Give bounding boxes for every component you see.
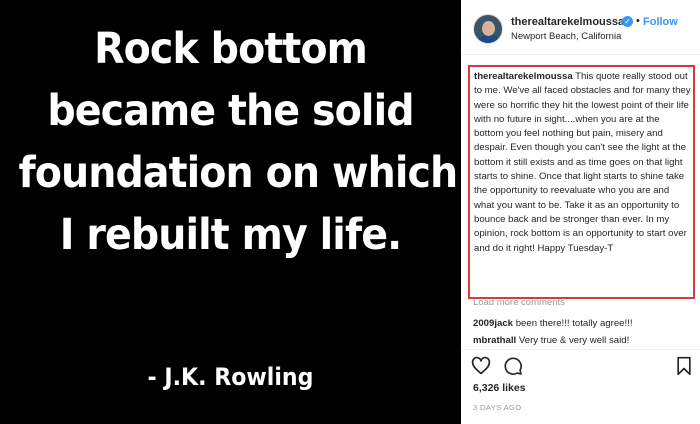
- comment: 2009jack been there!!! totally agree!!!: [473, 318, 633, 329]
- quote-line: I rebuilt my life.: [59, 210, 402, 260]
- follow-button[interactable]: Follow: [643, 16, 678, 28]
- verified-badge-icon: ✓: [622, 16, 633, 27]
- caption: therealtarekelmoussa This quote really s…: [474, 70, 691, 256]
- post-image[interactable]: Rock bottom became the solid foundation …: [0, 0, 461, 424]
- quote-line: Rock bottom: [94, 24, 368, 74]
- caption-username-link[interactable]: therealtarekelmoussa: [474, 71, 573, 82]
- comment: mbrathall Very true & very well said!: [473, 335, 629, 346]
- separator-dot: •: [636, 15, 640, 27]
- likes-count[interactable]: 6,326 likes: [473, 382, 526, 394]
- post-side-panel: therealtarekelmoussa ✓ • Follow Newport …: [461, 0, 700, 424]
- quote-line: foundation on which: [18, 148, 458, 198]
- bookmark-icon[interactable]: [674, 356, 694, 376]
- heart-icon[interactable]: [471, 356, 491, 376]
- comment-text: been there!!! totally agree!!!: [515, 318, 633, 329]
- caption-text: This quote really stood out to me. We've…: [474, 71, 691, 254]
- load-more-comments-link[interactable]: Load more comments: [473, 297, 565, 308]
- header-username-link[interactable]: therealtarekelmoussa: [511, 16, 624, 28]
- comment-icon[interactable]: [503, 356, 523, 376]
- quote-attribution: - J.K. Rowling: [147, 363, 314, 391]
- quote-line: became the solid: [47, 86, 414, 136]
- comment-text: Very true & very well said!: [518, 335, 630, 346]
- comment-username-link[interactable]: mbrathall: [473, 335, 516, 346]
- location-link[interactable]: Newport Beach, California: [511, 31, 621, 42]
- quote-text: Rock bottom became the solid foundation …: [18, 18, 458, 266]
- avatar[interactable]: [473, 14, 503, 44]
- post-header: therealtarekelmoussa ✓ • Follow Newport …: [461, 0, 700, 55]
- divider: [461, 349, 700, 350]
- post-timestamp[interactable]: 3 DAYS AGO: [473, 403, 521, 412]
- caption-highlight-box: therealtarekelmoussa This quote really s…: [468, 65, 695, 299]
- comment-username-link[interactable]: 2009jack: [473, 318, 513, 329]
